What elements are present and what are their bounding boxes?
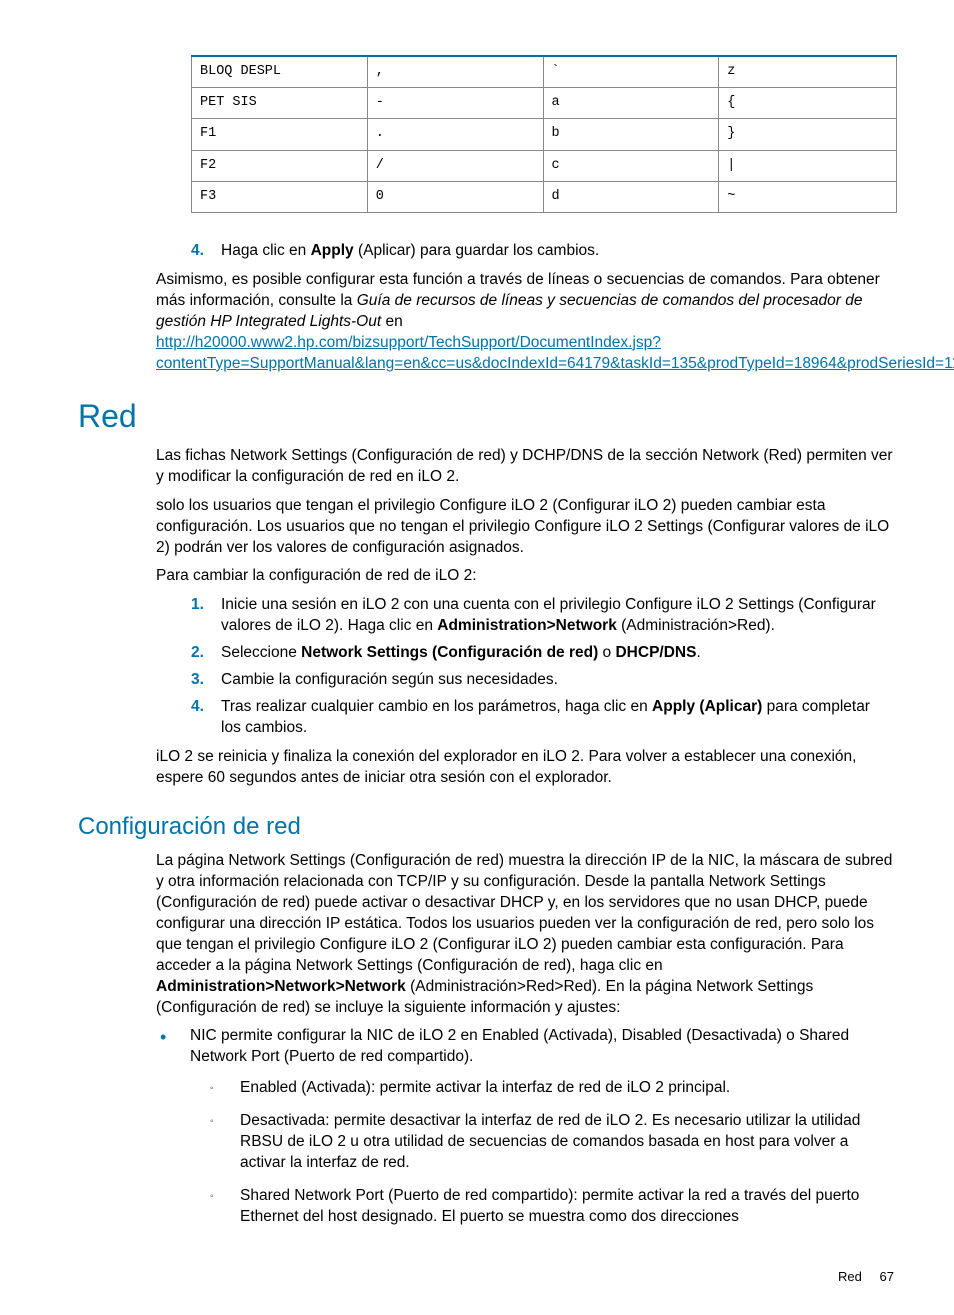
footer-label: Red [838, 1269, 862, 1284]
sub-bullet-disabled: ◦ Desactivada: permite desactivar la int… [206, 1111, 894, 1174]
red-step-3: 3. Cambie la configuración según sus nec… [191, 670, 894, 691]
cell: | [719, 150, 897, 181]
cell: , [367, 56, 543, 88]
cell: } [719, 119, 897, 150]
table-row: PET SIS - a { [192, 88, 897, 119]
cell: / [367, 150, 543, 181]
cell: - [367, 88, 543, 119]
red-para-4: iLO 2 se reinicia y finaliza la conexión… [156, 747, 894, 789]
sub-bullet-shared: ◦ Shared Network Port (Puerto de red com… [206, 1186, 894, 1228]
cell: BLOQ DESPL [192, 56, 368, 88]
cell: . [367, 119, 543, 150]
cell: ` [543, 56, 719, 88]
cell: ~ [719, 181, 897, 212]
red-step-1: 1. Inicie una sesión en iLO 2 con una cu… [191, 595, 894, 637]
cell: z [719, 56, 897, 88]
bullet-nic: • NIC permite configurar la NIC de iLO 2… [156, 1026, 894, 1068]
table-row: F1 . b } [192, 119, 897, 150]
ring-icon: ◦ [206, 1078, 240, 1099]
cell: 0 [367, 181, 543, 212]
sub-bullet-enabled: ◦ Enabled (Activada): permite activar la… [206, 1078, 894, 1099]
page-number: 67 [880, 1269, 894, 1284]
cell: d [543, 181, 719, 212]
support-link[interactable]: http://h20000.www2.hp.com/bizsupport/Tec… [156, 334, 954, 372]
key-mapping-table: BLOQ DESPL , ` z PET SIS - a { F1 . b } … [191, 55, 897, 213]
ring-icon: ◦ [206, 1111, 240, 1174]
red-para-2: solo los usuarios que tengan el privileg… [156, 496, 894, 559]
cmdline-paragraph: Asimismo, es posible configurar esta fun… [156, 270, 894, 375]
step-4: 4. Haga clic en Apply (Aplicar) para gua… [191, 241, 894, 262]
config-para: La página Network Settings (Configuració… [156, 851, 894, 1018]
cell: { [719, 88, 897, 119]
cell: PET SIS [192, 88, 368, 119]
page-footer: Red 67 [78, 1268, 894, 1315]
table-row: BLOQ DESPL , ` z [192, 56, 897, 88]
cell: F3 [192, 181, 368, 212]
cell: a [543, 88, 719, 119]
heading-red: Red [78, 395, 894, 438]
red-step-4: 4. Tras realizar cualquier cambio en los… [191, 697, 894, 739]
heading-config: Configuración de red [78, 811, 894, 843]
step-text: Haga clic en Apply (Aplicar) para guarda… [221, 241, 894, 262]
red-para-1: Las fichas Network Settings (Configuraci… [156, 446, 894, 488]
cell: b [543, 119, 719, 150]
bullet-icon: • [156, 1026, 190, 1068]
red-para-3: Para cambiar la configuración de red de … [156, 566, 894, 587]
cell: F1 [192, 119, 368, 150]
step-number: 4. [191, 241, 221, 262]
cell: c [543, 150, 719, 181]
cell: F2 [192, 150, 368, 181]
table-row: F3 0 d ~ [192, 181, 897, 212]
red-step-2: 2. Seleccione Network Settings (Configur… [191, 643, 894, 664]
table-row: F2 / c | [192, 150, 897, 181]
ring-icon: ◦ [206, 1186, 240, 1228]
